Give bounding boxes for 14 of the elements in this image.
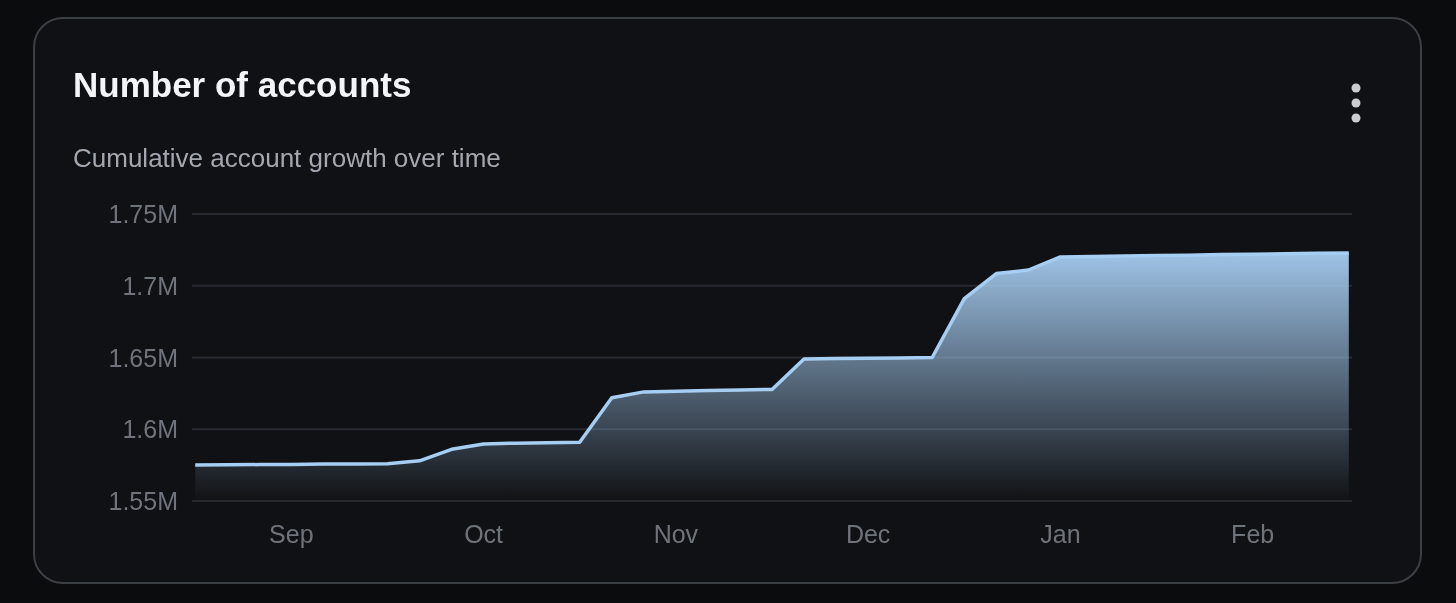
y-axis-label: 1.75M xyxy=(108,200,178,228)
y-axis-label: 1.55M xyxy=(108,487,178,515)
card-title: Number of accounts xyxy=(73,65,412,106)
more-menu-icon[interactable] xyxy=(1350,83,1362,123)
y-axis-label: 1.65M xyxy=(108,343,178,372)
x-axis-label: Feb xyxy=(1231,520,1275,548)
x-axis-label: Sep xyxy=(269,520,314,548)
x-axis-label: Dec xyxy=(845,520,891,548)
card-subtitle: Cumulative account growth over time xyxy=(73,143,502,174)
x-axis-label: Oct xyxy=(464,520,504,548)
x-axis-label: Nov xyxy=(653,520,699,548)
x-axis-label: Jan xyxy=(1040,520,1081,548)
y-axis-label: 1.6M xyxy=(122,415,178,444)
y-axis-label: 1.7M xyxy=(122,271,178,300)
